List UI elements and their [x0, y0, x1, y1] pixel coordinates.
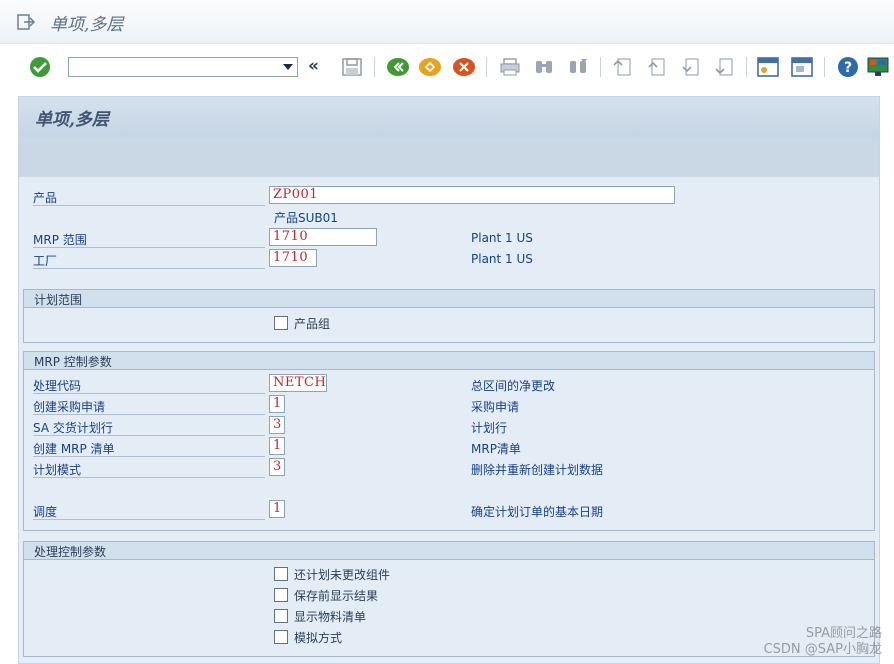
- display-results-before-save-label: 保存前显示结果: [294, 589, 379, 603]
- mrp-area-description: Plant 1 US: [471, 231, 533, 245]
- processing-key-description: 总区间的净更改: [471, 379, 556, 393]
- sa-schedule-lines-input[interactable]: 3: [269, 416, 285, 434]
- mrp-control-group: MRP 控制参数: [23, 351, 875, 531]
- processing-key-label: 处理代码: [33, 379, 82, 393]
- create-mrp-list-label: 创建 MRP 清单: [33, 442, 115, 456]
- mrp-area-label: MRP 范围: [33, 233, 87, 247]
- title-bar: 单项,多层: [0, 0, 894, 44]
- cancel-icon[interactable]: [452, 56, 476, 78]
- find-next-icon[interactable]: [566, 56, 590, 78]
- print-icon[interactable]: [498, 56, 522, 78]
- main-panel: 单项,多层 产品 ZP001 产品SUB01 MRP 范围 1710 Plant…: [18, 96, 880, 664]
- customize-layout-icon[interactable]: [866, 56, 890, 78]
- planning-mode-input[interactable]: 3: [269, 458, 285, 476]
- window-title: 单项,多层: [50, 15, 124, 35]
- planning-scope-title: 计划范围: [24, 290, 874, 308]
- watermark-line2: CSDN @SAP小胸龙: [763, 642, 882, 657]
- create-mrp-list-input[interactable]: 1: [269, 437, 285, 455]
- shortcut-icon[interactable]: [790, 56, 814, 78]
- create-purchase-req-input[interactable]: 1: [269, 395, 285, 413]
- scheduling-label: 调度: [33, 505, 58, 519]
- display-results-before-save-checkbox[interactable]: [274, 588, 288, 602]
- exit-icon[interactable]: [16, 12, 36, 32]
- command-input[interactable]: [69, 60, 274, 78]
- replan-unchanged-components-checkbox[interactable]: [274, 567, 288, 581]
- planning-mode-label: 计划模式: [33, 463, 82, 477]
- page-title: 单项,多层: [35, 110, 109, 130]
- panel-header: 单项,多层: [19, 97, 879, 137]
- svg-text:?: ?: [844, 60, 852, 76]
- watermark-line1: SPA顾问之路: [805, 626, 882, 641]
- planning-mode-description: 删除并重新创建计划数据: [471, 463, 604, 477]
- help-icon[interactable]: ?: [836, 56, 860, 78]
- process-control-title: 处理控制参数: [24, 542, 874, 560]
- create-mrp-list-description: MRP清单: [471, 442, 521, 456]
- display-bom-label: 显示物料清单: [294, 610, 367, 624]
- save-icon[interactable]: [340, 56, 364, 78]
- plant-description: Plant 1 US: [471, 252, 533, 266]
- display-bom-checkbox[interactable]: [274, 609, 288, 623]
- scheduling-description: 确定计划订单的基本日期: [471, 505, 604, 519]
- next-page-icon[interactable]: [678, 56, 702, 78]
- create-purchase-req-label: 创建采购申请: [33, 400, 106, 414]
- enter-check-icon[interactable]: [28, 56, 52, 78]
- watermark: SPA顾问之路 CSDN @SAP小胸龙: [764, 626, 882, 658]
- plant-input[interactable]: 1710: [269, 249, 317, 267]
- product-label: 产品: [33, 191, 58, 205]
- sa-schedule-lines-description: 计划行: [471, 421, 508, 435]
- sa-schedule-lines-label: SA 交货计划行: [33, 421, 113, 435]
- product-description: 产品SUB01: [274, 211, 338, 225]
- chevron-down-icon[interactable]: [283, 64, 293, 70]
- application-toolbar: [19, 137, 879, 177]
- simulation-mode-label: 模拟方式: [294, 631, 343, 645]
- product-group-checkbox[interactable]: [274, 316, 288, 330]
- processing-key-input[interactable]: NETCH: [269, 374, 327, 392]
- back-icon[interactable]: [386, 56, 410, 78]
- mrp-area-input[interactable]: 1710: [269, 228, 377, 246]
- new-session-icon[interactable]: [756, 56, 780, 78]
- find-icon[interactable]: [532, 56, 556, 78]
- product-group-label: 产品组: [294, 317, 331, 331]
- first-page-icon[interactable]: [610, 56, 634, 78]
- plant-label: 工厂: [33, 254, 58, 268]
- create-purchase-req-description: 采购申请: [471, 400, 520, 414]
- collapse-toolbar-button[interactable]: «: [308, 56, 319, 76]
- scheduling-input[interactable]: 1: [269, 500, 285, 518]
- previous-page-icon[interactable]: [644, 56, 668, 78]
- process-control-group: 处理控制参数 还计划未更改组件 保存前显示结果 显示物料清单 模拟方式: [23, 541, 875, 657]
- exit-yellow-icon[interactable]: [418, 56, 442, 78]
- toolbar: « ?: [0, 50, 894, 84]
- planning-scope-group: 计划范围 产品组: [23, 289, 875, 343]
- mrp-control-title: MRP 控制参数: [24, 352, 874, 370]
- simulation-mode-checkbox[interactable]: [274, 630, 288, 644]
- product-input[interactable]: ZP001: [269, 186, 675, 204]
- command-field[interactable]: [68, 57, 298, 78]
- last-page-icon[interactable]: [712, 56, 736, 78]
- replan-unchanged-components-label: 还计划未更改组件: [294, 568, 391, 582]
